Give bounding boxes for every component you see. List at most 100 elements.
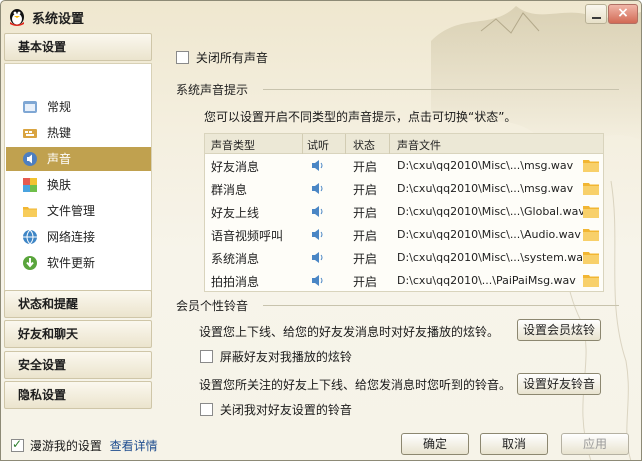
sound-file: D:\cxu\qq2010\Misc\...\Audio.wav (397, 228, 581, 241)
nav-item-label: 常规 (47, 100, 72, 114)
apply-button[interactable]: 应用 (561, 433, 629, 455)
settings-window: 系统设置 × 基本设置 常规 热键 声音 换肤 文件管理 网络连接 软件更新 状… (0, 0, 642, 461)
set-friend-ringtone-button[interactable]: 设置好友铃音 (517, 373, 601, 395)
sound-type: 好友消息 (211, 160, 260, 174)
update-icon (23, 256, 37, 270)
speaker-icon[interactable] (311, 159, 325, 172)
sound-file: D:\cxu\qq2010\Misc\...\msg.wav (397, 159, 574, 172)
sound-type: 好友上线 (211, 206, 260, 220)
nav-section-friends[interactable]: 好友和聊天 (4, 320, 152, 348)
nav-section-privacy[interactable]: 隐私设置 (4, 381, 152, 409)
block-ringtone-checkbox[interactable] (200, 350, 213, 363)
folder-icon (23, 207, 37, 217)
folder-icon[interactable] (583, 274, 599, 287)
nav-item-skin[interactable]: 换肤 (6, 173, 151, 197)
nav-item-label: 网络连接 (47, 230, 96, 244)
nav-item-file-management[interactable]: 文件管理 (6, 199, 151, 223)
system-sound-description: 您可以设置开启不同类型的声音提示，点击可切换“状态”。 (204, 110, 517, 124)
block-ringtone-option[interactable]: 屏蔽好友对我播放的炫铃 (200, 348, 352, 365)
member-ringtone-title: 会员个性铃音 (176, 299, 249, 313)
sound-file: D:\cxu\qq2010\Misc\...\msg.wav (397, 182, 574, 195)
sound-file: D:\cxu\qq2010\Misc\...\system.wav (397, 251, 590, 264)
column-header-preview: 试听 (307, 139, 329, 152)
sound-status[interactable]: 开启 (353, 181, 377, 198)
folder-icon[interactable] (583, 205, 599, 218)
hotkey-icon (23, 129, 37, 138)
speaker-icon[interactable] (311, 228, 325, 241)
table-row[interactable]: 好友上线 开启 D:\cxu\qq2010\Misc\...\Global.wa… (205, 200, 603, 223)
nav-item-update[interactable]: 软件更新 (6, 251, 151, 275)
sound-type: 系统消息 (211, 252, 260, 266)
nav-item-network[interactable]: 网络连接 (6, 225, 151, 249)
roam-settings-option[interactable]: 漫游我的设置 查看详情 (11, 437, 158, 454)
nav-item-hotkey[interactable]: 热键 (6, 121, 151, 145)
sound-status[interactable]: 开启 (353, 250, 377, 267)
nav-item-general[interactable]: 常规 (6, 95, 151, 119)
divider (263, 89, 619, 90)
sound-status[interactable]: 开启 (353, 273, 377, 290)
nav-section-status[interactable]: 状态和提醒 (4, 290, 152, 318)
sound-icon (23, 152, 37, 166)
mute-all-option[interactable]: 关闭所有声音 (176, 49, 268, 66)
table-row[interactable]: 好友消息 开启 D:\cxu\qq2010\Misc\...\msg.wav (205, 154, 603, 177)
sound-type: 群消息 (211, 183, 248, 197)
column-separator (302, 134, 303, 154)
column-separator (345, 134, 346, 154)
mute-all-checkbox[interactable] (176, 51, 189, 64)
close-friend-ringtone-label: 关闭我对好友设置的铃音 (219, 403, 352, 417)
sound-status[interactable]: 开启 (353, 227, 377, 244)
member-ringtone-description: 设置您上下线、给您的好友发消息时对好友播放的炫铃。 (199, 325, 500, 339)
cancel-button[interactable]: 取消 (480, 433, 548, 455)
folder-icon[interactable] (583, 228, 599, 241)
close-friend-ringtone-checkbox[interactable] (200, 403, 213, 416)
window-title: 系统设置 (32, 12, 85, 27)
view-details-link[interactable]: 查看详情 (110, 439, 158, 453)
nav-item-label: 声音 (47, 152, 72, 166)
roam-settings-label: 漫游我的设置 (29, 439, 102, 453)
sound-status[interactable]: 开启 (353, 204, 377, 221)
folder-icon[interactable] (583, 159, 599, 172)
sound-file: D:\cxu\qq2010\Misc\...\Global.wav (397, 205, 585, 218)
folder-icon[interactable] (583, 251, 599, 264)
ok-button[interactable]: 确定 (401, 433, 469, 455)
speaker-icon[interactable] (311, 182, 325, 195)
nav-section-basic[interactable]: 基本设置 (4, 33, 152, 61)
nav-item-sound[interactable]: 声音 (6, 147, 151, 171)
speaker-icon[interactable] (311, 205, 325, 218)
table-row[interactable]: 系统消息 开启 D:\cxu\qq2010\Misc\...\system.wa… (205, 246, 603, 269)
nav-list: 常规 热键 声音 换肤 文件管理 网络连接 软件更新 (4, 63, 152, 297)
set-member-ringtone-button[interactable]: 设置会员炫铃 (517, 319, 601, 341)
nav-section-security[interactable]: 安全设置 (4, 351, 152, 379)
column-header-type: 声音类型 (211, 139, 255, 152)
column-header-status: 状态 (353, 139, 375, 152)
nav-item-label: 换肤 (47, 178, 72, 192)
general-icon (23, 101, 37, 113)
table-row[interactable]: 群消息 开启 D:\cxu\qq2010\Misc\...\msg.wav (205, 177, 603, 200)
close-button[interactable]: × (608, 4, 638, 24)
system-sound-title: 系统声音提示 (176, 83, 249, 97)
block-ringtone-label: 屏蔽好友对我播放的炫铃 (219, 350, 352, 364)
skin-icon (23, 178, 37, 192)
nav-item-label: 软件更新 (47, 256, 96, 270)
column-header-file: 声音文件 (397, 139, 441, 152)
qq-penguin-icon (10, 9, 24, 26)
nav-item-label: 热键 (47, 126, 72, 140)
sound-type: 拍拍消息 (211, 275, 260, 289)
divider (263, 305, 619, 306)
folder-icon[interactable] (583, 182, 599, 195)
nav-item-label: 文件管理 (47, 204, 96, 218)
mute-all-label: 关闭所有声音 (195, 51, 268, 65)
network-icon (23, 229, 37, 245)
table-row[interactable]: 语音视频呼叫 开启 D:\cxu\qq2010\Misc\...\Audio.w… (205, 223, 603, 246)
roam-settings-checkbox[interactable] (11, 437, 24, 452)
column-separator (389, 134, 390, 154)
table-row[interactable]: 拍拍消息 开启 D:\cxu\qq2010\...\PaiPaiMsg.wav (205, 269, 603, 292)
close-friend-ringtone-option[interactable]: 关闭我对好友设置的铃音 (200, 401, 352, 418)
sound-status[interactable]: 开启 (353, 158, 377, 175)
speaker-icon[interactable] (311, 251, 325, 264)
sound-file: D:\cxu\qq2010\...\PaiPaiMsg.wav (397, 274, 576, 287)
speaker-icon[interactable] (311, 274, 325, 287)
minimize-button[interactable] (585, 4, 607, 24)
sound-table: 声音类型 试听 状态 声音文件 好友消息 开启 D:\cxu\qq2010\Mi… (204, 133, 604, 292)
title-bar[interactable]: 系统设置 × (1, 1, 641, 31)
